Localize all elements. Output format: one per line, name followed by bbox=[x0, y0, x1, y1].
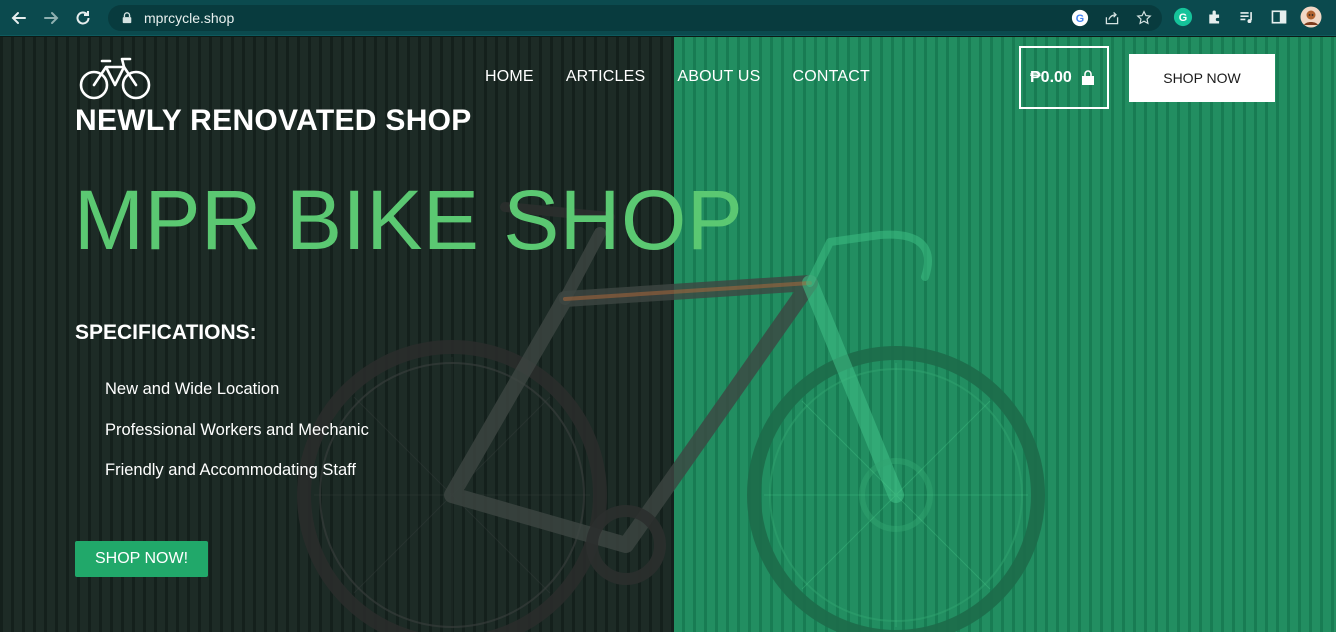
main-nav: HOME ARTICLES ABOUT US CONTACT bbox=[485, 68, 870, 86]
reload-icon[interactable] bbox=[70, 5, 96, 31]
profile-avatar[interactable] bbox=[1300, 6, 1322, 28]
specifications-list: New and Wide Location Professional Worke… bbox=[105, 380, 369, 502]
forward-icon[interactable] bbox=[38, 5, 64, 31]
google-icon[interactable]: G bbox=[1070, 8, 1090, 28]
side-panel-icon[interactable] bbox=[1268, 6, 1290, 28]
hero-kicker: NEWLY RENOVATED SHOP bbox=[75, 104, 472, 137]
shop-now-button[interactable]: SHOP NOW bbox=[1129, 54, 1275, 102]
address-bar[interactable]: mprcycle.shop G bbox=[108, 5, 1162, 31]
extensions-icon[interactable] bbox=[1204, 6, 1226, 28]
nav-about-us[interactable]: ABOUT US bbox=[677, 68, 760, 86]
bicycle-logo-icon[interactable] bbox=[78, 53, 152, 101]
shopping-bag-icon bbox=[1080, 69, 1096, 86]
grammarly-icon[interactable]: G bbox=[1172, 6, 1194, 28]
lock-icon bbox=[120, 11, 134, 25]
cart-amount: ₱0.00 bbox=[1030, 68, 1072, 86]
media-icon[interactable] bbox=[1236, 6, 1258, 28]
back-icon[interactable] bbox=[6, 5, 32, 31]
shop-now-cta-button[interactable]: SHOP NOW! bbox=[75, 541, 208, 577]
browser-toolbar: mprcycle.shop G G bbox=[0, 0, 1336, 36]
svg-text:G: G bbox=[1076, 13, 1084, 25]
hero-headline: MPR BIKE SHOP bbox=[74, 173, 744, 267]
share-icon[interactable] bbox=[1102, 8, 1122, 28]
list-item: Friendly and Accommodating Staff bbox=[105, 461, 356, 479]
list-item: New and Wide Location bbox=[105, 380, 280, 398]
specifications-title: SPECIFICATIONS: bbox=[75, 321, 257, 344]
star-icon[interactable] bbox=[1134, 8, 1154, 28]
nav-home[interactable]: HOME bbox=[485, 68, 534, 86]
hero-section: HOME ARTICLES ABOUT US CONTACT ₱0.00 0 S… bbox=[0, 37, 1336, 632]
cart-button[interactable]: ₱0.00 bbox=[1019, 46, 1109, 109]
nav-contact[interactable]: CONTACT bbox=[792, 68, 870, 86]
url-text: mprcycle.shop bbox=[144, 10, 235, 26]
svg-text:G: G bbox=[1179, 12, 1187, 24]
list-item: Professional Workers and Mechanic bbox=[105, 420, 369, 439]
nav-articles[interactable]: ARTICLES bbox=[566, 68, 646, 86]
